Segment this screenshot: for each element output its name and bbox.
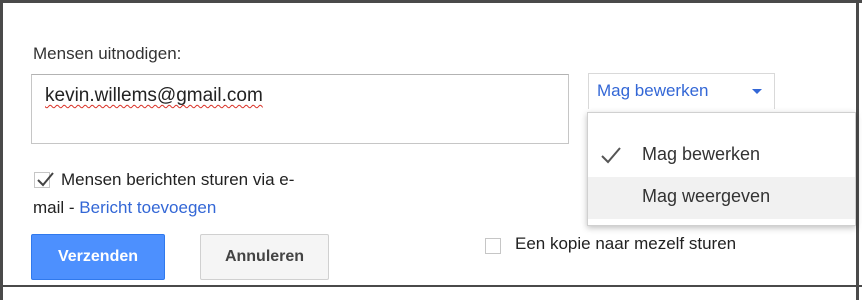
permission-selected-label: Mag bewerken <box>597 81 709 100</box>
dialog-frame-left <box>0 0 3 300</box>
copy-to-self-label: Een kopie naar mezelf sturen <box>515 234 737 253</box>
menu-item-label: Mag weergeven <box>642 186 771 206</box>
copy-to-self-checkbox[interactable] <box>485 238 501 254</box>
dialog-frame-top <box>0 0 862 3</box>
dialog-frame-bottom <box>0 285 862 287</box>
checkmark-icon <box>600 144 622 166</box>
permission-dropdown[interactable]: Mag bewerken <box>588 73 775 109</box>
menu-item-can-edit[interactable]: Mag bewerken <box>588 135 855 175</box>
invite-label: Mensen uitnodigen: <box>33 44 182 63</box>
chevron-down-icon <box>752 89 762 94</box>
menu-item-label: Mag bewerken <box>642 144 761 164</box>
menu-item-can-view[interactable]: Mag weergeven <box>588 177 855 219</box>
notify-line2-prefix: mail - <box>33 198 80 217</box>
permission-menu: Mag bewerken Mag weergeven <box>587 112 856 226</box>
notify-people-label-continued: mail - Bericht toevoegen <box>33 198 216 218</box>
notify-people-label: Mensen berichten sturen via e- <box>61 170 295 189</box>
invite-people-input[interactable]: kevin.willems@gmail.com <box>31 74 569 144</box>
send-button[interactable]: Verzenden <box>31 234 165 280</box>
invite-input-value: kevin.willems@gmail.com <box>45 85 263 106</box>
add-message-link[interactable]: Bericht toevoegen <box>79 198 216 217</box>
cancel-button[interactable]: Annuleren <box>200 234 329 280</box>
checkmark-icon <box>37 172 54 187</box>
notify-people-checkbox[interactable] <box>34 172 54 188</box>
dialog-frame-right <box>856 0 859 300</box>
